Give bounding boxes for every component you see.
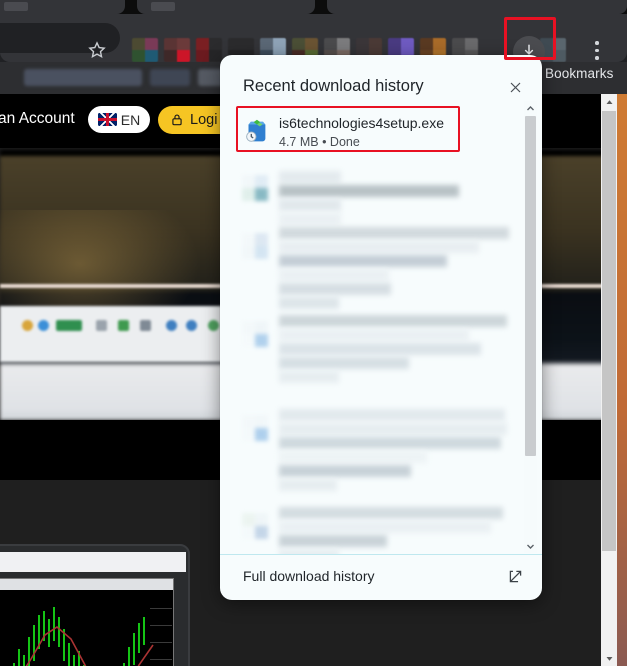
language-code: EN [120,111,141,128]
page-scrollbar[interactable] [601,94,617,666]
extension-icon-3[interactable] [196,38,222,62]
browser-tab-strip [0,0,627,14]
browser-tab[interactable] [327,0,627,14]
chart-title-bar [0,579,173,590]
open-account-link[interactable]: an Account [0,110,75,128]
bookmarks-bar-label[interactable]: Bookmarks [545,66,613,81]
download-item-annotation-box [236,106,460,152]
three-dot-menu-icon[interactable] [590,41,604,63]
screenshot-root: Bookmarks an Account EN Logi Recent down… [0,0,627,666]
download-button-annotation-box [504,17,556,60]
chart-price-axis [150,592,172,666]
open-in-new-icon[interactable] [507,568,524,585]
login-button-label: Logi [190,112,218,128]
page-scrollbar-thumb[interactable] [602,111,616,551]
window-edge-strip [617,94,627,666]
popup-footer[interactable]: Full download history [220,555,542,600]
extension-icon-1[interactable] [132,38,158,62]
redacted-file-icon [242,175,268,201]
chevron-down-icon[interactable] [524,539,537,553]
laptop-app-toolbar [0,552,186,572]
scroll-up-arrow-icon[interactable] [601,94,617,110]
hero-photo-app-toolbar [0,306,250,362]
laptop-mockup-image [0,544,190,666]
lock-icon [170,112,184,128]
browser-tab[interactable] [0,0,125,14]
redacted-file-icon [242,513,268,539]
popup-title: Recent download history [243,77,424,95]
download-list: is6technologies4setup.exe 4.7 MB • Done [220,99,542,555]
bookmark-item[interactable] [24,69,142,86]
browser-tab[interactable] [137,0,315,14]
close-icon[interactable] [505,77,525,97]
chevron-up-icon[interactable] [524,101,537,115]
redacted-file-icon [242,233,268,259]
trading-chart [0,578,174,666]
redacted-file-icon [242,321,268,347]
tab-favicon [151,2,175,11]
tab-favicon [4,2,28,11]
uk-flag-icon [97,113,117,126]
redacted-file-icon [242,415,268,441]
extension-icon-2[interactable] [164,38,190,62]
moving-average-line [25,625,154,666]
scroll-down-arrow-icon[interactable] [601,650,617,666]
language-selector[interactable]: EN [88,106,150,133]
bookmark-item[interactable] [150,69,190,86]
popup-scrollbar-thumb[interactable] [525,116,536,456]
bookmark-star-icon[interactable] [87,40,107,60]
popup-scrollbar[interactable] [524,101,537,553]
full-download-history-link[interactable]: Full download history [243,568,375,584]
